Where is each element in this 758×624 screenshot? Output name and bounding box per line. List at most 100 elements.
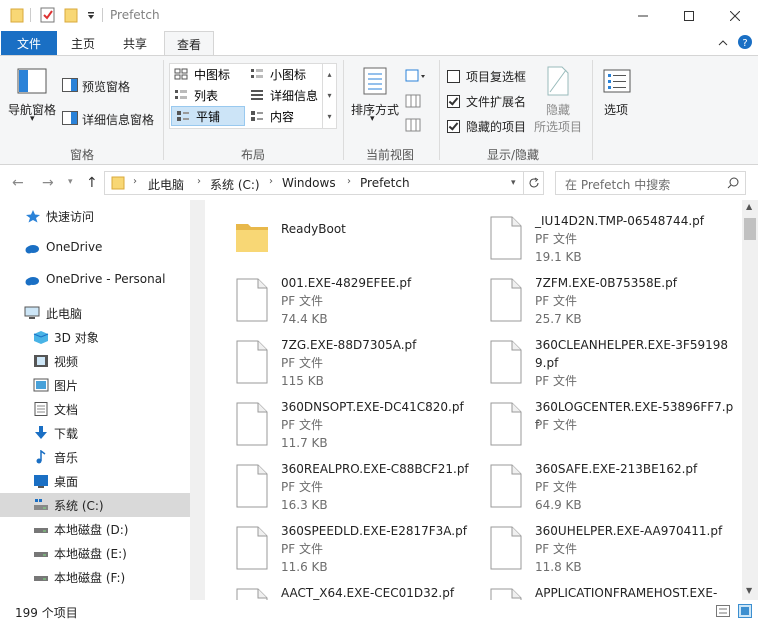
- options-button[interactable]: 选项: [604, 101, 628, 118]
- tab-view[interactable]: 查看: [164, 31, 214, 56]
- minimize-button[interactable]: [620, 0, 666, 31]
- breadcrumb-this-pc[interactable]: 此电脑: [148, 176, 184, 193]
- group-by-icon[interactable]: [405, 69, 427, 86]
- sidebar-scrollbar[interactable]: [190, 200, 205, 600]
- file-item[interactable]: 360DNSOPT.EXE-DC41C820.pf PF 文件 11.7 KB: [234, 398, 484, 460]
- file-item[interactable]: _IU14D2N.TMP-06548744.pf PF 文件 19.1 KB: [488, 212, 738, 274]
- layout-medium-icons[interactable]: 中图标: [170, 64, 246, 84]
- sidebar-item[interactable]: 此电脑: [0, 301, 190, 325]
- layout-list[interactable]: 列表: [170, 85, 246, 105]
- size-columns-icon[interactable]: [405, 118, 421, 135]
- file-item[interactable]: 360UHELPER.EXE-AA970411.pf PF 文件 11.8 KB: [488, 522, 738, 584]
- sidebar-item-label: 音乐: [54, 451, 79, 465]
- sidebar-item[interactable]: 本地磁盘 (E:): [0, 541, 190, 565]
- maximize-button[interactable]: [666, 0, 712, 31]
- layout-tiles[interactable]: 平铺: [171, 106, 245, 126]
- scrollbar-thumb[interactable]: [744, 218, 756, 240]
- chevron-down-icon[interactable]: ▾: [370, 114, 375, 124]
- preview-pane-button[interactable]: 预览窗格: [82, 78, 130, 95]
- hidden-items-label[interactable]: 隐藏的项目: [466, 118, 526, 135]
- breadcrumb-separator-icon[interactable]: ›: [197, 176, 201, 187]
- refresh-button[interactable]: [524, 171, 544, 195]
- file-item[interactable]: 360CLEANHELPER.EXE-3F591989.pf PF 文件: [488, 336, 738, 398]
- sidebar-item[interactable]: 下载: [0, 421, 190, 445]
- hidden-items-checkbox[interactable]: [447, 120, 460, 133]
- options-icon[interactable]: [603, 69, 631, 96]
- new-folder-icon[interactable]: [64, 7, 78, 26]
- hide-selected-button[interactable]: 隐藏: [546, 101, 570, 118]
- item-checkboxes-label[interactable]: 项目复选框: [466, 68, 526, 85]
- large-icons-view-icon[interactable]: [738, 604, 752, 621]
- scroll-down-icon[interactable]: ▼: [746, 586, 752, 595]
- tab-home[interactable]: 主页: [60, 31, 106, 55]
- hide-selected-button-line2[interactable]: 所选项目: [534, 118, 582, 135]
- details-pane-icon[interactable]: [62, 111, 78, 128]
- file-item[interactable]: 001.EXE-4829EFEE.pf PF 文件 74.4 KB: [234, 274, 484, 336]
- chevron-down-icon[interactable]: ▾: [30, 114, 35, 124]
- address-bar[interactable]: › 此电脑 › 系统 (C:) › Windows › Prefetch ▾: [104, 171, 524, 195]
- sidebar-item[interactable]: 视频: [0, 349, 190, 373]
- file-extensions-label[interactable]: 文件扩展名: [466, 93, 526, 110]
- details-view-icon[interactable]: [716, 605, 730, 620]
- breadcrumb-drive-c[interactable]: 系统 (C:): [210, 176, 260, 193]
- file-item[interactable]: 360SAFE.EXE-213BE162.pf PF 文件 64.9 KB: [488, 460, 738, 522]
- file-item[interactable]: 7ZFM.EXE-0B75358E.pf PF 文件 25.7 KB: [488, 274, 738, 336]
- search-input[interactable]: 在 Prefetch 中搜索: [565, 176, 670, 193]
- breadcrumb-windows[interactable]: Windows: [282, 176, 336, 190]
- sort-by-icon[interactable]: [360, 66, 390, 99]
- sidebar-item[interactable]: OneDrive: [0, 236, 190, 260]
- folder-item[interactable]: ReadyBoot: [234, 212, 484, 274]
- up-arrow-icon[interactable]: ↑: [86, 175, 98, 191]
- sidebar-item[interactable]: 音乐: [0, 445, 190, 469]
- gallery-scroll[interactable]: ▴ ▾ ▾: [322, 64, 336, 128]
- item-checkboxes-checkbox[interactable]: [447, 70, 460, 83]
- sidebar-item[interactable]: 本地磁盘 (D:): [0, 517, 190, 541]
- close-button[interactable]: [712, 0, 758, 31]
- sidebar-item[interactable]: 桌面: [0, 469, 190, 493]
- file-item[interactable]: 360REALPRO.EXE-C88BCF21.pf PF 文件 16.3 KB: [234, 460, 484, 522]
- tab-file[interactable]: 文件: [1, 31, 57, 55]
- sidebar-item[interactable]: 快速访问: [0, 204, 190, 228]
- vertical-scrollbar[interactable]: ▲ ▼: [742, 200, 758, 600]
- breadcrumb-separator-icon[interactable]: ›: [133, 176, 137, 187]
- file-item[interactable]: 360SPEEDLD.EXE-E2817F3A.pf PF 文件 11.6 KB: [234, 522, 484, 584]
- properties-icon[interactable]: [40, 7, 56, 26]
- breadcrumb-separator-icon[interactable]: ›: [269, 176, 273, 187]
- layout-content[interactable]: 内容: [246, 106, 322, 126]
- back-arrow-icon[interactable]: ←: [12, 175, 24, 191]
- status-bar: 199 个项目: [0, 600, 758, 624]
- forward-arrow-icon[interactable]: →: [42, 175, 54, 191]
- file-item[interactable]: APPLICATIONFRAMEHOST.EXE-: [488, 584, 738, 600]
- details-pane-button[interactable]: 详细信息窗格: [82, 111, 154, 128]
- file-name: 360UHELPER.EXE-AA970411.pf: [535, 524, 723, 538]
- sidebar-item[interactable]: 本地磁盘 (F:): [0, 565, 190, 589]
- sort-by-button[interactable]: 排序方式: [351, 101, 399, 118]
- layout-small-icons[interactable]: 小图标: [246, 64, 322, 84]
- navigation-pane-icon[interactable]: [17, 68, 47, 97]
- sidebar-item[interactable]: 图片: [0, 373, 190, 397]
- collapse-ribbon-icon[interactable]: [718, 37, 728, 51]
- preview-pane-icon[interactable]: [62, 78, 78, 95]
- scroll-up-icon[interactable]: ▲: [746, 202, 752, 211]
- breadcrumb-prefetch[interactable]: Prefetch: [360, 176, 410, 190]
- recent-locations-icon[interactable]: ▾: [68, 177, 73, 187]
- breadcrumb-separator-icon[interactable]: ›: [347, 176, 351, 187]
- search-box[interactable]: 在 Prefetch 中搜索: [555, 171, 746, 195]
- file-item[interactable]: 7ZG.EXE-88D7305A.pf PF 文件 115 KB: [234, 336, 484, 398]
- layout-details[interactable]: 详细信息: [246, 85, 322, 105]
- file-extensions-checkbox[interactable]: [447, 95, 460, 108]
- tab-share[interactable]: 共享: [112, 31, 158, 55]
- sidebar-item[interactable]: OneDrive - Personal: [0, 268, 190, 292]
- add-columns-icon[interactable]: [405, 94, 421, 111]
- sidebar-item[interactable]: 文档: [0, 397, 190, 421]
- file-item[interactable]: 360LOGCENTER.EXE-53896FF7.pf PF 文件: [488, 398, 738, 460]
- sidebar-item[interactable]: 系统 (C:): [0, 493, 190, 517]
- refresh-icon: [529, 177, 538, 188]
- customize-quick-access-icon[interactable]: [86, 10, 96, 24]
- help-icon[interactable]: ?: [738, 35, 752, 52]
- hide-selected-icon[interactable]: [546, 66, 570, 99]
- sidebar-item[interactable]: 3D 对象: [0, 325, 190, 349]
- file-item[interactable]: AACT_X64.EXE-CEC01D32.pf: [234, 584, 484, 600]
- search-icon[interactable]: [727, 177, 739, 192]
- address-dropdown-icon[interactable]: ▾: [511, 178, 516, 188]
